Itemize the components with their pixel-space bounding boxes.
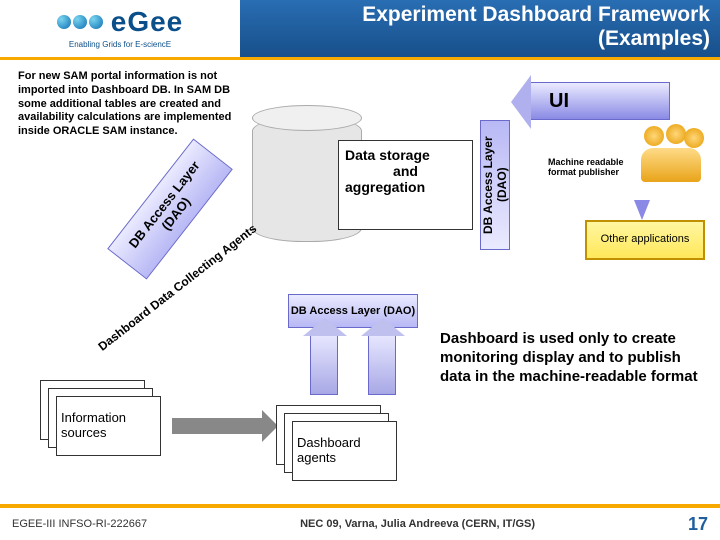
title-line1: Experiment Dashboard Framework <box>362 3 710 26</box>
data-storage-box: Data storage and aggregation <box>338 140 473 230</box>
arrow-to-other-apps-icon <box>634 200 650 220</box>
logo-text: eGee <box>111 6 184 38</box>
data-storage-line3: aggregation <box>345 179 425 195</box>
footer-center: NEC 09, Varna, Julia Andreeva (CERN, IT/… <box>300 518 535 530</box>
title-line2: (Examples) <box>598 27 710 50</box>
dao-vertical-box: DB Access Layer (DAO) <box>480 120 510 250</box>
ui-label: UI <box>549 90 569 113</box>
tagline: Enabling Grids for E-sciencE <box>69 40 171 49</box>
up-arrows-icon <box>310 335 396 395</box>
machine-readable-label: Machine readable format publisher <box>548 158 628 178</box>
ui-block-arrow: UI <box>530 82 670 120</box>
dash-agents-label: Dashboard agents <box>297 436 396 466</box>
title-area: Experiment Dashboard Framework (Examples… <box>240 0 720 57</box>
page-number: 17 <box>688 514 708 535</box>
logo-area: eGee Enabling Grids for E-sciencE <box>0 0 240 57</box>
diagram-area: For new SAM portal information is not im… <box>0 60 720 490</box>
slide-footer: EGEE-III INFSO-RI-222667 NEC 09, Varna, … <box>0 504 720 540</box>
data-storage-line2: and <box>345 163 466 179</box>
other-applications-box: Other applications <box>585 220 705 260</box>
logo-icon <box>57 15 103 29</box>
data-storage-line1: Data storage <box>345 147 430 163</box>
explanation-text: Dashboard is used only to create monitor… <box>440 330 710 386</box>
info-sources-label: Information sources <box>61 411 160 441</box>
slide-header: eGee Enabling Grids for E-sciencE Experi… <box>0 0 720 60</box>
sam-description: For new SAM portal information is not im… <box>18 70 243 139</box>
footer-left: EGEE-III INFSO-RI-222667 <box>12 518 147 530</box>
arrow-right-icon <box>172 418 262 434</box>
users-icon <box>636 122 706 192</box>
